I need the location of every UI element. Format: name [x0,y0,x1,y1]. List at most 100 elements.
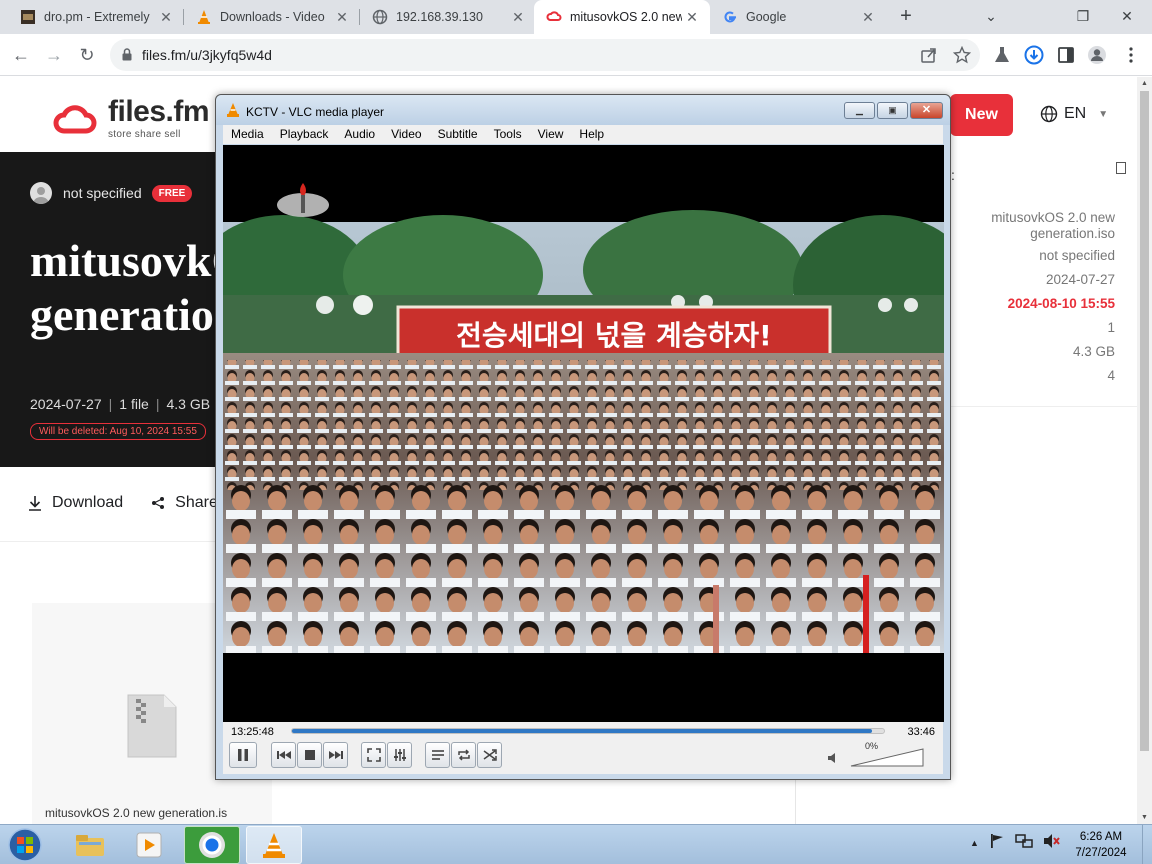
menu-tools[interactable]: Tools [486,125,530,144]
new-tab-button[interactable]: + [894,5,918,29]
vlc-titlebar[interactable]: KCTV - VLC media player ▁ ▣ ✕ [216,95,950,125]
vlc-video-area[interactable]: 전승세대의 넋을 계승하자! [223,145,944,722]
tab-strip: dro.pm - Extremely ✕ Downloads - Video ✕… [0,0,1152,34]
close-tab-icon[interactable]: ✕ [858,9,878,26]
show-hidden-icons-icon[interactable]: ▲ [970,838,979,848]
windows-logo-icon [8,828,42,862]
download-button[interactable]: Download [28,494,123,512]
tab-ip-address[interactable]: 192.168.39.130 ✕ [360,0,536,34]
shuffle-icon [483,749,497,761]
vlc-cone-icon [263,833,285,858]
bookmark-star-icon[interactable] [952,45,972,64]
stop-icon [304,750,315,760]
taskbar-explorer[interactable] [62,826,118,864]
tab-downloads[interactable]: Downloads - Video ✕ [184,0,360,34]
close-tab-icon[interactable]: ✕ [508,9,528,26]
vlc-minimize-button[interactable]: ▁ [844,102,875,119]
seek-bar[interactable] [291,728,885,734]
extended-settings-button[interactable] [387,742,412,768]
tab-dro-pm[interactable]: dro.pm - Extremely ✕ [8,0,184,34]
taskbar-vlc[interactable] [246,826,302,864]
chrome-menu-icon[interactable] [1121,45,1141,65]
google-icon [722,9,738,25]
next-icon [328,751,343,759]
fullscreen-button[interactable] [361,742,386,768]
detail-name: mitusovkOS 2.0 new generation.iso [991,210,1115,241]
share-button[interactable]: Share [151,494,218,512]
network-icon[interactable] [1015,833,1033,852]
close-tab-icon[interactable]: ✕ [682,9,702,26]
volume-slider[interactable] [850,748,924,770]
action-center-flag-icon[interactable] [989,833,1005,852]
volume-muted-icon[interactable] [1043,833,1061,852]
previous-button[interactable] [271,742,296,768]
tab-title: dro.pm - Extremely [44,10,150,24]
extension-flask-icon[interactable] [992,45,1012,65]
browser-toolbar: ← → ↻ files.fm/u/3jkyfq5w4d [0,34,1152,76]
action-bar: Download Share [28,494,246,512]
taskbar-media-player[interactable] [121,826,177,864]
detail-expires: 2024-08-10 15:55 [1007,296,1115,311]
shuffle-button[interactable] [477,742,502,768]
show-desktop-button[interactable] [1142,825,1152,864]
taskbar-clock[interactable]: 6:26 AM 7/27/2024 [1068,829,1134,861]
meta-file-count: 1 file [119,396,149,412]
menu-subtitle[interactable]: Subtitle [430,125,486,144]
vlc-maximize-button[interactable]: ▣ [877,102,908,119]
close-window-button[interactable]: ✕ [1112,4,1142,28]
folder-icon [76,835,104,856]
share-icon[interactable] [920,46,938,64]
back-button[interactable]: ← [8,42,34,68]
menu-playback[interactable]: Playback [272,125,337,144]
close-tab-icon[interactable]: ✕ [156,9,176,26]
playlist-button[interactable] [425,742,450,768]
stop-button[interactable] [297,742,322,768]
media-player-icon [136,832,162,858]
side-panel-icon[interactable] [1056,45,1076,65]
download-icon[interactable] [1024,45,1044,65]
file-card-name[interactable]: mitusovkOS 2.0 new generation.is [45,806,227,820]
scrollbar-thumb[interactable] [1140,91,1149,751]
detail-owner: not specified [1039,248,1115,263]
tab-title: mitusovkOS 2.0 new [570,10,682,24]
detail-count: 4 [1107,368,1115,383]
vlc-close-button[interactable]: ✕ [910,102,943,119]
pause-button[interactable] [229,742,257,768]
restore-window-button[interactable]: ❐ [1068,4,1098,28]
select-checkbox[interactable] [1116,162,1126,174]
loop-button[interactable] [451,742,476,768]
address-bar[interactable]: files.fm/u/3jkyfq5w4d [110,39,980,71]
vlc-window[interactable]: KCTV - VLC media player ▁ ▣ ✕ Media Play… [215,94,951,780]
page-scrollbar[interactable]: ▲ ▼ [1137,77,1152,824]
tab-search-icon[interactable]: ⌄ [976,4,1006,28]
taskbar-chrome[interactable] [184,826,240,864]
menu-media[interactable]: Media [223,125,272,144]
start-button[interactable] [6,827,44,863]
fullscreen-icon [366,748,381,762]
url-text: files.fm/u/3jkyfq5w4d [142,47,272,63]
tab-files-fm[interactable]: mitusovkOS 2.0 new ✕ [534,0,710,34]
profile-avatar-icon[interactable] [1087,45,1107,65]
meta-date: 2024-07-27 [30,396,102,412]
clock-date: 7/27/2024 [1075,847,1127,859]
close-tab-icon[interactable]: ✕ [332,9,352,26]
detail-created: 2024-07-27 [1045,272,1115,287]
speaker-icon[interactable] [828,751,838,766]
share-label: Share [175,494,218,511]
reload-button[interactable]: ↻ [74,42,100,68]
cloud-logo-icon [53,105,97,134]
previous-icon [276,751,291,759]
menu-audio[interactable]: Audio [336,125,383,144]
menu-help[interactable]: Help [571,125,612,144]
tab-google[interactable]: Google ✕ [710,0,886,34]
next-button[interactable] [323,742,348,768]
menu-video[interactable]: Video [383,125,429,144]
deletion-notice: Will be deleted: Aug 10, 2024 15:55 [30,423,206,440]
new-button[interactable]: New [950,94,1013,136]
download-label: Download [52,494,124,511]
elapsed-time: 13:25:48 [231,726,274,738]
lock-icon[interactable] [122,48,132,64]
menu-view[interactable]: View [530,125,572,144]
language-selector[interactable]: EN ▼ [1040,105,1108,123]
forward-button[interactable]: → [41,42,67,68]
